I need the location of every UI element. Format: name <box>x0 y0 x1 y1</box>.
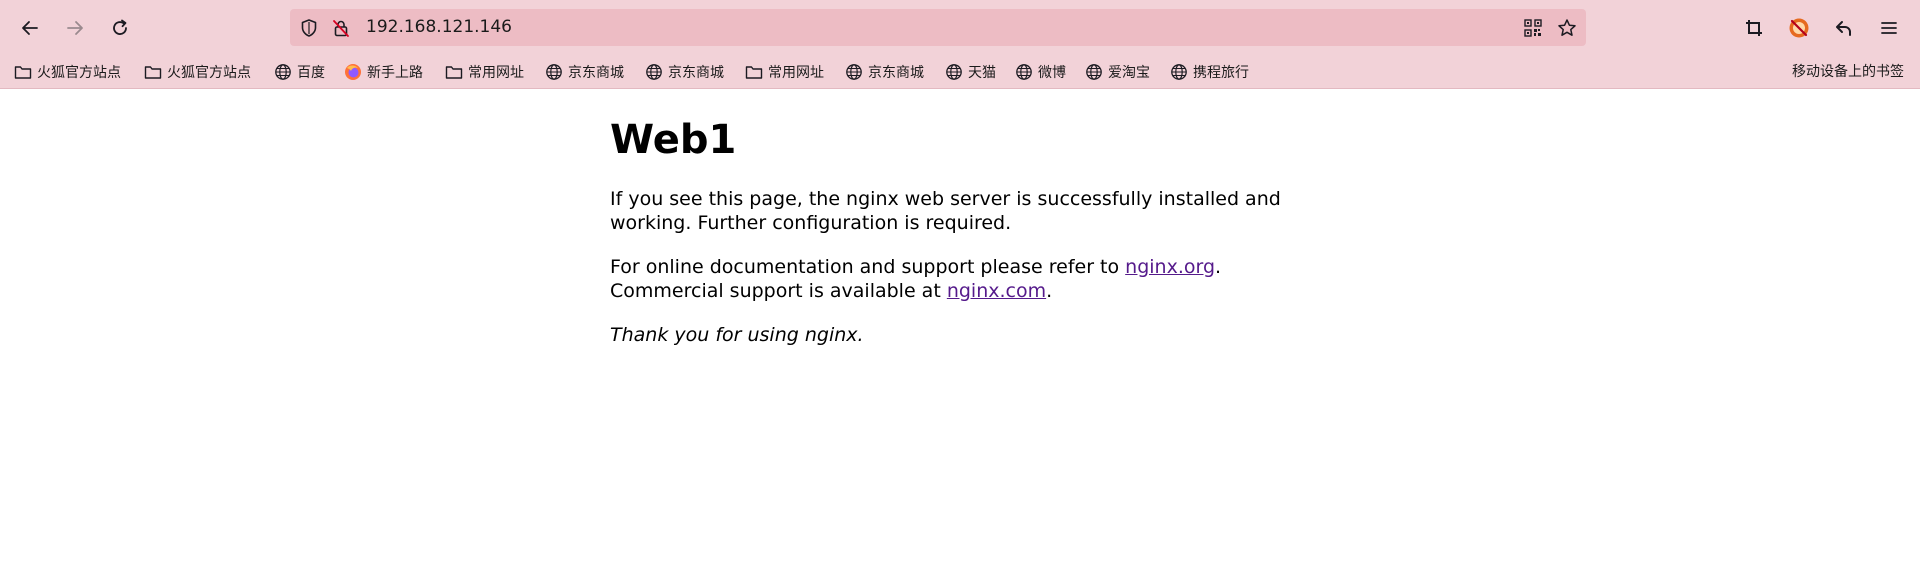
bookmark-label: 微博 <box>1038 65 1066 81</box>
folder-icon <box>745 63 763 81</box>
intro-paragraph: If you see this page, the nginx web serv… <box>610 188 1281 234</box>
thanks-paragraph: Thank you for using nginx. <box>610 323 1310 347</box>
back-button[interactable] <box>14 12 46 44</box>
undo-close-tab-button[interactable] <box>1828 12 1860 44</box>
nginx-org-link[interactable]: nginx.org <box>1125 256 1215 278</box>
globe-icon <box>945 63 963 81</box>
bookmark-item[interactable]: 新手上路 <box>344 60 423 84</box>
globe-icon <box>545 63 563 81</box>
bookmark-label: 新手上路 <box>367 65 423 81</box>
bookmark-label: 常用网址 <box>768 65 824 81</box>
globe-icon <box>1170 63 1188 81</box>
page-content: Web1 If you see this page, the nginx web… <box>610 89 1310 347</box>
bookmark-item[interactable]: 火狐官方站点 <box>144 60 251 84</box>
browser-toolbar: 192.168.121.146 <box>0 0 1920 55</box>
firefox-icon <box>344 63 362 81</box>
folder-icon <box>445 63 463 81</box>
bookmark-label: 京东商城 <box>668 65 724 81</box>
globe-icon <box>1015 63 1033 81</box>
thanks-text: Thank you for using nginx. <box>610 324 864 346</box>
bookmark-item[interactable]: 天猫 <box>945 60 996 84</box>
bookmark-item[interactable]: 常用网址 <box>445 60 524 84</box>
bookmark-item[interactable]: 微博 <box>1015 60 1066 84</box>
bookmark-label: 京东商城 <box>568 65 624 81</box>
support-paragraph: For online documentation and support ple… <box>610 255 1310 303</box>
hamburger-menu-icon <box>1881 22 1897 34</box>
support-text: For online documentation and support ple… <box>610 256 1126 278</box>
bookmark-label: 京东商城 <box>868 65 924 81</box>
url-bar[interactable]: 192.168.121.146 <box>290 9 1586 46</box>
mobile-bookmarks-folder[interactable]: 移动设备上的书签 <box>1792 60 1904 84</box>
bookmark-label: 火狐官方站点 <box>37 65 121 81</box>
bookmark-label: 天猫 <box>968 65 996 81</box>
bookmark-item[interactable]: 京东商城 <box>645 60 724 84</box>
extension-badge-icon <box>1789 18 1809 38</box>
screenshot-button[interactable] <box>1738 12 1770 44</box>
extension-button[interactable] <box>1783 12 1815 44</box>
commercial-support-period: . <box>1046 280 1053 302</box>
menu-button[interactable] <box>1873 12 1905 44</box>
globe-icon <box>845 63 863 81</box>
back-arrow-icon <box>22 21 38 35</box>
bookmark-item[interactable]: 常用网址 <box>745 60 824 84</box>
browser-chrome: 192.168.121.146 火狐官方站点 火狐官方站点 百度 新手上路 常用… <box>0 0 1920 89</box>
support-text-period: . <box>1215 256 1222 278</box>
forward-arrow-icon <box>67 21 83 35</box>
insecure-lock-icon[interactable] <box>330 17 352 39</box>
reload-button[interactable] <box>104 12 136 44</box>
bookmark-label: 爱淘宝 <box>1108 65 1150 81</box>
bookmark-item[interactable]: 携程旅行 <box>1170 60 1249 84</box>
bookmarks-toolbar: 火狐官方站点 火狐官方站点 百度 新手上路 常用网址 京东商城 京东商城 常用网址 京东商城 天猫… <box>0 55 1920 89</box>
commercial-support-text: Commercial support is available at <box>610 280 947 302</box>
qr-code-icon[interactable] <box>1522 17 1544 39</box>
url-text[interactable]: 192.168.121.146 <box>366 9 512 46</box>
globe-icon <box>1085 63 1103 81</box>
page-title: Web1 <box>610 117 737 163</box>
bookmark-item[interactable]: 京东商城 <box>845 60 924 84</box>
bookmark-item[interactable]: 火狐官方站点 <box>14 60 121 84</box>
crop-icon <box>1746 20 1762 36</box>
reload-icon <box>113 19 127 35</box>
bookmark-label: 火狐官方站点 <box>167 65 251 81</box>
nginx-com-link[interactable]: nginx.com <box>947 280 1046 302</box>
undo-arrow-icon <box>1836 21 1851 36</box>
bookmark-item[interactable]: 爱淘宝 <box>1085 60 1150 84</box>
bookmark-item[interactable]: 京东商城 <box>545 60 624 84</box>
bookmark-label: 携程旅行 <box>1193 65 1249 81</box>
bookmark-label: 百度 <box>297 65 325 81</box>
bookmark-item[interactable]: 百度 <box>274 60 325 84</box>
globe-icon <box>274 63 292 81</box>
globe-icon <box>645 63 663 81</box>
tracking-protection-shield-icon[interactable] <box>298 17 320 39</box>
bookmark-label: 常用网址 <box>468 65 524 81</box>
folder-icon <box>144 63 162 81</box>
forward-button[interactable] <box>59 12 91 44</box>
folder-icon <box>14 63 32 81</box>
bookmark-star-icon[interactable] <box>1556 17 1578 39</box>
